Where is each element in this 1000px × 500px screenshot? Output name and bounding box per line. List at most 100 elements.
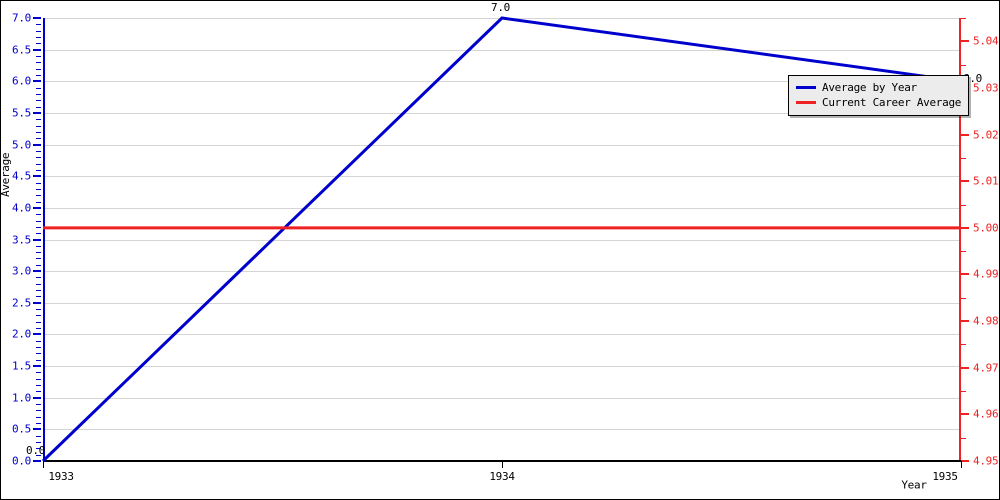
y-axis-left-minor-tick [36, 245, 41, 247]
y-axis-left-minor-tick [36, 442, 41, 443]
y-axis-left-minor-tick [36, 55, 41, 57]
y-axis-left-minor-tick [36, 321, 41, 323]
y-axis-left-tick [33, 333, 41, 336]
y-axis-left-minor-tick [36, 416, 41, 418]
y-axis-title: Average [0, 152, 12, 197]
y-axis-right-tick-label: 5.010 [973, 174, 999, 188]
gridline [43, 271, 961, 273]
y-axis-left-tick [33, 143, 41, 146]
y-axis-right-minor-tick [961, 251, 966, 253]
y-axis-left-minor-tick [36, 169, 41, 171]
y-axis-left-minor-tick [36, 372, 41, 374]
gridline [43, 176, 961, 178]
y-axis-right-tick [961, 40, 969, 43]
y-axis-left-tick-label: 3.0 [12, 264, 31, 278]
y-axis-right-tick [961, 460, 969, 462]
y-axis-right-tick-label: 4.950 [973, 454, 999, 468]
y-axis-left-minor-tick [36, 195, 41, 197]
y-axis-left-minor-tick [36, 378, 41, 380]
y-axis-left-tick-label: 4.5 [12, 169, 31, 183]
chart-legend: Average by Year Current Career Average [788, 75, 970, 116]
y-axis-left-minor-tick [36, 36, 41, 38]
y-axis-left-minor-tick [36, 309, 41, 311]
y-axis-left-minor-tick [36, 62, 41, 64]
y-axis-left-minor-tick [36, 353, 41, 355]
x-axis-title: Year [901, 478, 927, 492]
y-axis-left-minor-tick [36, 435, 41, 437]
line-chart: 7.0 6.5 6.0 5.5 5.0 4.5 4.0 3.5 3.0 2.5 2.0 1.5 1.0 0… [0, 0, 1000, 500]
y-axis-left-tick-label: 7.0 [12, 11, 31, 25]
y-axis-right-tick-label: 5.020 [973, 128, 999, 142]
y-axis-left-minor-tick [36, 290, 41, 292]
y-axis-left-tick-label: 0.5 [12, 422, 31, 436]
y-axis-right-minor-tick [961, 437, 966, 439]
x-axis-tick [502, 461, 503, 468]
y-axis-right-tick [961, 413, 969, 416]
y-axis-right-minor-tick [961, 391, 966, 393]
y-axis-right-tick-label: 4.970 [973, 361, 999, 375]
y-axis-right-tick [961, 366, 969, 369]
y-axis-left-minor-tick [36, 125, 41, 127]
data-point-label: 7.0 [491, 1, 510, 14]
y-axis-left-minor-tick [36, 385, 41, 387]
y-axis-left-minor-tick [36, 68, 41, 70]
x-axis-tick-label: 1933 [48, 470, 74, 483]
y-axis-left-minor-tick [36, 30, 41, 32]
y-axis-left-minor-tick [36, 93, 41, 95]
x-axis-tick [43, 461, 44, 468]
y-axis-left-minor-tick [36, 43, 41, 45]
legend-swatch-red [796, 101, 816, 104]
y-axis-left-minor-tick [36, 283, 41, 285]
y-axis-left-tick-label: 3.5 [12, 233, 31, 246]
y-axis-left-minor-tick [36, 220, 41, 222]
y-axis-left-minor-tick [36, 359, 41, 361]
y-axis-left-tick [33, 175, 41, 178]
y-axis-left-line [43, 18, 45, 461]
y-axis-right-tick [961, 226, 969, 229]
y-axis-left-minor-tick [36, 138, 41, 140]
gridline [43, 239, 961, 241]
y-axis-left-tick-label: 1.0 [12, 391, 31, 405]
y-axis-left-minor-tick [36, 264, 41, 266]
y-axis-right-tick-label: 4.960 [973, 407, 999, 421]
y-axis-left-minor-tick [36, 182, 41, 184]
y-axis-left-minor-tick [36, 347, 41, 349]
y-axis-left-minor-tick [36, 340, 41, 342]
y-axis-left-tick [33, 396, 41, 399]
y-axis-left-minor-tick [36, 315, 41, 317]
y-axis-right-minor-tick [961, 64, 966, 66]
y-axis-left-minor-tick [36, 404, 41, 406]
y-axis-left-tick-label: 5.0 [12, 138, 31, 152]
x-axis-tick-label: 1935 [932, 470, 958, 483]
legend-item-current-career-average: Current Career Average [796, 95, 961, 110]
y-axis-left-minor-tick [36, 252, 41, 254]
gridline [43, 18, 961, 19]
gridline [43, 334, 961, 336]
y-axis-left-tick-label: 5.5 [12, 106, 31, 120]
gridline [43, 366, 961, 368]
y-axis-right-tick-label: 4.980 [973, 314, 999, 328]
y-axis-left-tick [33, 428, 41, 431]
y-axis-left-minor-tick [36, 163, 41, 165]
y-axis-left-tick-label: 2.0 [12, 327, 31, 341]
y-axis-right-minor-tick [961, 344, 966, 346]
gridline [43, 302, 961, 304]
legend-swatch-blue [796, 86, 816, 89]
y-axis-right-minor-tick [961, 18, 966, 19]
y-axis-left-tick [33, 270, 41, 273]
y-axis-left-tick [33, 17, 41, 19]
y-axis-right-tick [961, 180, 969, 183]
y-axis-left-minor-tick [36, 423, 41, 425]
y-axis-left-minor-tick [36, 410, 41, 412]
gridline [43, 207, 961, 209]
y-axis-left-minor-tick [36, 131, 41, 133]
y-axis-right-tick [961, 133, 969, 136]
y-axis-left-tick [33, 111, 41, 114]
legend-label-current-career-average: Current Career Average [822, 96, 962, 109]
gridline [43, 144, 961, 146]
y-axis-left-minor-tick [36, 24, 41, 26]
y-axis-left-tick-label: 6.5 [12, 43, 31, 57]
y-axis-left-minor-tick [36, 391, 41, 393]
y-axis-right-tick-label: 4.990 [973, 267, 999, 281]
y-axis-left-minor-tick [36, 277, 41, 279]
